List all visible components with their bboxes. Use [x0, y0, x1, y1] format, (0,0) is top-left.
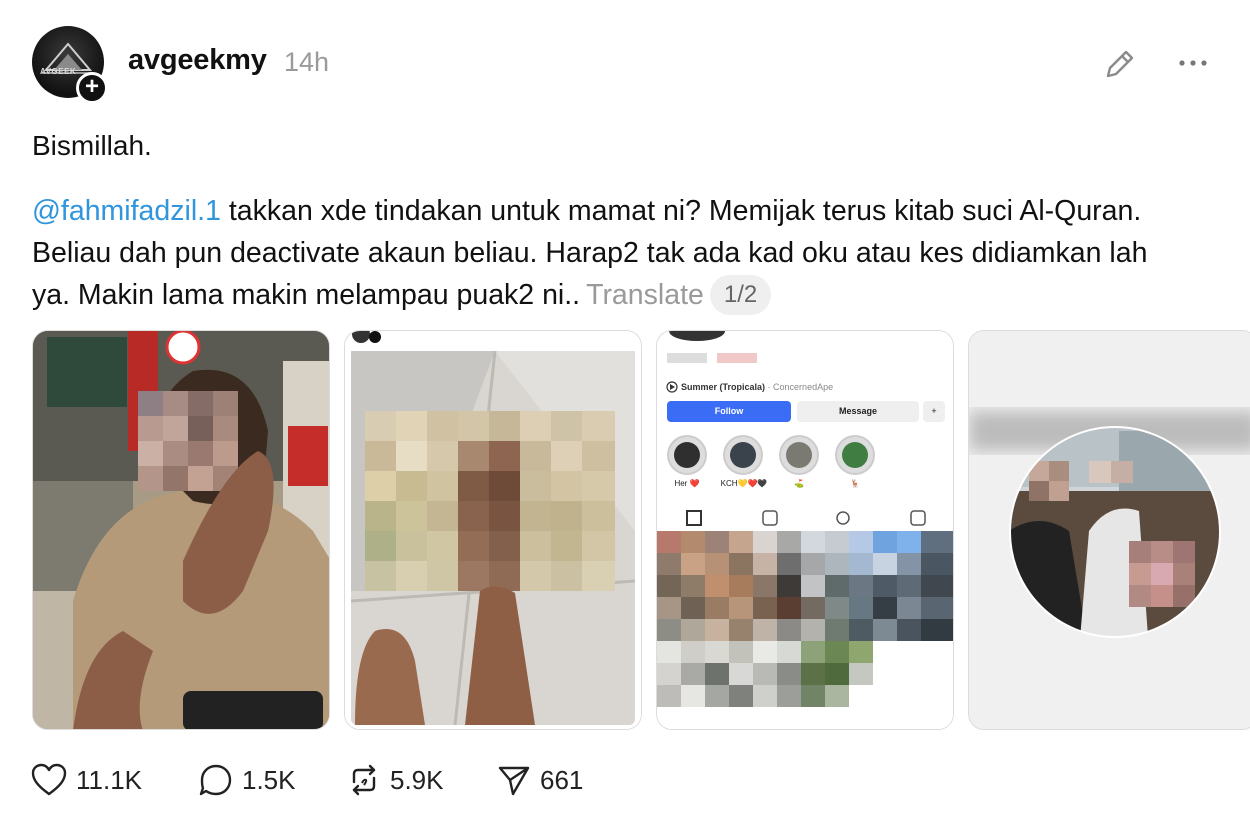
post-first-line: Bismillah. — [32, 130, 152, 161]
highlight-label-1: Her ❤️ — [674, 479, 700, 488]
repost-count: 5.9K — [390, 764, 444, 795]
username[interactable]: avgeekmy — [128, 44, 267, 77]
comment-icon — [199, 764, 232, 796]
edit-button[interactable] — [1100, 44, 1140, 84]
repost-icon — [352, 764, 376, 796]
media-image-4[interactable] — [968, 330, 1250, 730]
media-image-2[interactable] — [344, 330, 642, 730]
media-image-1[interactable] — [32, 330, 330, 730]
follow-plus-icon[interactable]: + — [76, 72, 108, 104]
ellipsis-icon — [1179, 60, 1207, 66]
highlight-label-3: ⛳ — [794, 479, 804, 488]
more-options-button[interactable] — [1175, 48, 1211, 78]
reply-count: 1.5K — [242, 764, 296, 795]
pixelated-face — [138, 391, 238, 491]
like-count: 11.1K — [76, 764, 143, 795]
like-button[interactable]: 11.1K — [30, 758, 142, 802]
highlight-label-4: 🦌 — [850, 479, 860, 488]
share-count: 661 — [540, 764, 584, 795]
photo-foot-book — [345, 331, 641, 729]
photo-person-cafe — [33, 331, 329, 729]
song-title: Summer (Tropicala) — [681, 382, 766, 392]
heart-icon — [31, 763, 67, 796]
avatar-logo-text: AVGEEK — [40, 67, 77, 76]
page-indicator: 1/2 — [709, 275, 772, 315]
reply-button[interactable]: 1.5K — [198, 758, 296, 802]
pencil-icon — [1106, 50, 1134, 78]
post-body: @fahmifadzil.1 takkan xde tindakan untuk… — [32, 190, 1172, 316]
profile-add-user-icon[interactable]: + — [923, 401, 945, 422]
song-row: Summer (Tropicala) · ConcernedApe — [681, 382, 833, 392]
repost-button[interactable]: 5.9K — [346, 758, 444, 802]
profile-follow-button[interactable]: Follow — [667, 401, 791, 422]
song-artist: · ConcernedApe — [767, 382, 834, 392]
mention-link[interactable]: @fahmifadzil.1 — [32, 195, 221, 227]
media-image-3[interactable]: Summer (Tropicala) · ConcernedApe Follow… — [656, 330, 954, 730]
photo-circle-group — [969, 331, 1250, 729]
highlight-label-2: KCH💛❤️🖤 — [720, 479, 768, 488]
translate-link[interactable]: Translate — [586, 279, 704, 311]
post-time: 14h — [284, 47, 330, 77]
avatar-wrapper[interactable]: AVGEEK + — [32, 26, 108, 104]
share-button[interactable]: 661 — [496, 758, 583, 802]
send-icon — [498, 766, 530, 796]
pixelated-book — [365, 411, 615, 591]
profile-message-button[interactable]: Message — [797, 401, 919, 422]
